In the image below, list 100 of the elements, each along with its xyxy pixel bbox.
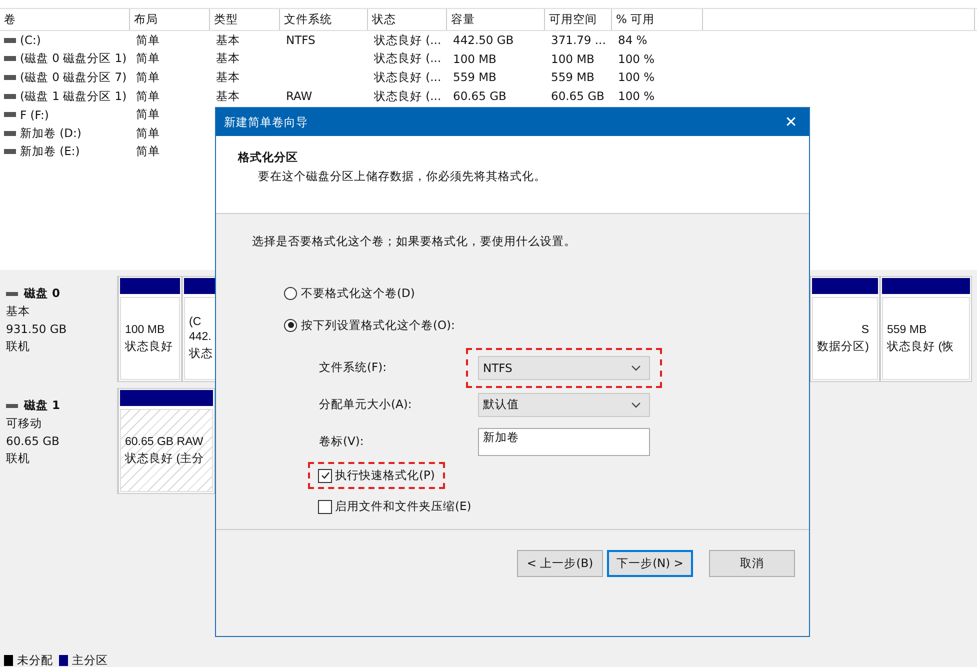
table-cell: 100 MB xyxy=(551,52,594,66)
dropdown[interactable]: 默认值 xyxy=(478,392,650,416)
partition-text: 状态良好 (恢 xyxy=(887,340,954,354)
table-cell: (C:) xyxy=(20,33,41,48)
checkbox[interactable] xyxy=(318,468,332,482)
partition-text: 559 MB xyxy=(887,324,927,336)
radio-button[interactable] xyxy=(284,318,297,332)
table-cell: RAW xyxy=(286,89,312,104)
table-cell: 84 % xyxy=(618,33,648,48)
partition-block[interactable]: 559 MB 状态良好 (恢 xyxy=(880,276,972,382)
table-cell: 100 MB xyxy=(453,52,496,66)
column-header[interactable]: 状态 xyxy=(368,9,447,30)
table-cell: 简单 xyxy=(136,32,160,48)
wizard-button[interactable]: 下一步(N) > xyxy=(607,550,693,577)
table-cell: 371.79 ... xyxy=(551,33,606,48)
disk-status: 联机 xyxy=(6,451,31,466)
step-description: 要在这个磁盘分区上储存数据，你必须先将其格式化。 xyxy=(257,169,547,184)
volume-icon xyxy=(4,112,16,118)
field-label: 卷标(V): xyxy=(319,434,365,449)
partition-text: 100 MB xyxy=(125,324,165,336)
input-field[interactable]: 新加卷 xyxy=(478,428,650,456)
wizard-button[interactable]: 取消 xyxy=(709,550,795,577)
column-header[interactable]: 类型 xyxy=(210,9,280,30)
disk-name: 磁盘 0 xyxy=(24,286,60,301)
partition-text: 状态良好 xyxy=(125,340,173,354)
radio-button[interactable] xyxy=(284,286,297,300)
close-button[interactable]: ✕ xyxy=(773,108,809,136)
disk-type: 可移动 xyxy=(6,416,43,431)
volume-icon xyxy=(4,56,16,62)
table-cell: 442.50 GB xyxy=(453,33,514,48)
table-cell: 简单 xyxy=(136,88,160,104)
field-label: 文件系统(F): xyxy=(319,360,388,375)
disk-type: 基本 xyxy=(6,304,31,319)
table-cell: (磁盘 1 磁盘分区 1) xyxy=(20,88,127,104)
volume-icon xyxy=(4,130,16,136)
checkbox[interactable] xyxy=(318,500,332,514)
table-cell: 状态良好 (... xyxy=(374,70,442,85)
partition-text: 442. xyxy=(189,331,212,343)
chevron-down-icon xyxy=(631,402,641,408)
table-cell: 基本 xyxy=(216,70,240,85)
table-cell: 基本 xyxy=(216,32,240,48)
table-cell: 559 MB xyxy=(551,70,594,84)
table-cell: (磁盘 0 磁盘分区 7) xyxy=(20,70,127,85)
table-cell: 100 % xyxy=(618,89,655,104)
table-cell: (磁盘 0 磁盘分区 1) xyxy=(20,51,127,66)
instruction-text: 选择是否要格式化这个卷；如果要格式化，要使用什么设置。 xyxy=(252,234,577,249)
disk-name: 磁盘 1 xyxy=(24,398,60,413)
partition-text: 状态 xyxy=(189,346,213,361)
table-cell: 基本 xyxy=(216,88,240,104)
partition-text: 60.65 GB RAW xyxy=(125,436,204,448)
partition-text: (C xyxy=(189,316,202,328)
disk-status: 联机 xyxy=(6,339,31,354)
table-cell: 状态良好 (... xyxy=(374,51,442,66)
table-cell: 状态良好 (... xyxy=(374,32,442,48)
table-cell: 100 % xyxy=(618,70,655,84)
partition-text: S xyxy=(861,324,869,336)
column-header[interactable]: 卷 xyxy=(0,9,130,30)
partition-header-bar xyxy=(812,278,878,294)
partition-block[interactable]: 100 MB 状态良好 xyxy=(118,276,182,382)
wizard-button[interactable]: < 上一步(B) xyxy=(517,550,603,577)
table-cell: 100 % xyxy=(618,52,655,66)
table-cell: 60.65 GB xyxy=(551,89,604,104)
partition-block[interactable]: S 数据分区) xyxy=(810,276,880,382)
table-cell: 基本 xyxy=(216,51,240,66)
radio-label[interactable]: 按下列设置格式化这个卷(O): xyxy=(301,318,455,332)
dialog-title: 新建简单卷向导 xyxy=(224,114,308,130)
volume-icon xyxy=(4,149,16,154)
table-cell: 简单 xyxy=(136,107,160,122)
legend-label: 未分配 xyxy=(17,653,53,667)
legend-label: 主分区 xyxy=(72,653,108,667)
volume-icon xyxy=(4,74,16,80)
checkbox-label[interactable]: 启用文件和文件夹压缩(E) xyxy=(335,499,472,514)
disk-size: 931.50 GB xyxy=(6,322,68,336)
field-label: 分配单元大小(A): xyxy=(319,397,413,412)
table-cell: 状态良好 (... xyxy=(374,88,442,104)
column-header[interactable]: 文件系统 xyxy=(280,9,368,30)
disk-size: 60.65 GB xyxy=(6,434,60,448)
chevron-down-icon xyxy=(631,364,641,370)
partition-text: 数据分区) xyxy=(817,340,869,354)
checkmark-icon xyxy=(320,470,330,481)
table-cell: 559 MB xyxy=(453,70,496,84)
volume-icon xyxy=(4,38,16,43)
table-cell: 新加卷 (D:) xyxy=(20,126,82,141)
dropdown[interactable]: NTFS xyxy=(478,356,650,380)
partition-block[interactable]: 60.65 GB RAW 状态良好 (主分 xyxy=(118,388,215,494)
partition-header-bar xyxy=(120,278,180,294)
table-cell: F (F:) xyxy=(20,108,49,122)
radio-label[interactable]: 不要格式化这个卷(D) xyxy=(301,286,415,300)
step-heading: 格式化分区 xyxy=(238,150,299,165)
table-cell: 简单 xyxy=(136,51,160,66)
column-header[interactable]: 可用空间 xyxy=(545,9,612,30)
table-cell: 简单 xyxy=(136,70,160,85)
table-cell: 简单 xyxy=(136,144,160,160)
partition-text: 状态良好 (主分 xyxy=(125,451,204,466)
column-header[interactable]: % 可用 xyxy=(612,9,703,30)
column-header[interactable]: 容量 xyxy=(447,9,545,30)
column-header[interactable]: 布局 xyxy=(130,9,210,30)
table-cell: 新加卷 (E:) xyxy=(20,144,80,160)
table-cell: 简单 xyxy=(136,126,160,141)
volume-icon xyxy=(4,94,16,99)
